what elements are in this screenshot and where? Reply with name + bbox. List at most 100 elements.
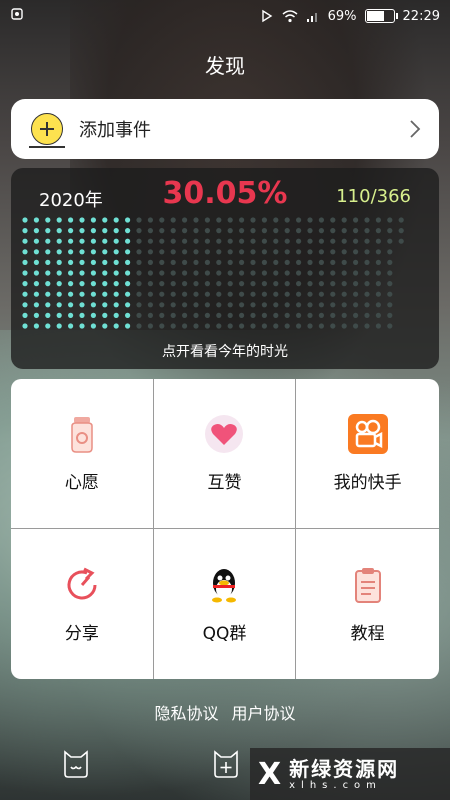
day-dot bbox=[273, 302, 279, 308]
day-dot bbox=[56, 323, 62, 329]
day-dot bbox=[250, 259, 256, 265]
day-dot bbox=[125, 281, 131, 287]
day-dot bbox=[147, 312, 153, 318]
privacy-policy-link[interactable]: 隐私协议 bbox=[154, 704, 218, 723]
day-dot bbox=[68, 270, 74, 276]
day-dot bbox=[159, 312, 165, 318]
day-dot bbox=[182, 291, 188, 297]
day-dot bbox=[102, 281, 108, 287]
day-dot bbox=[102, 312, 108, 318]
day-dot bbox=[375, 302, 381, 308]
grid-item-kuaishou[interactable]: 我的快手 bbox=[296, 379, 439, 529]
cat-add-icon[interactable] bbox=[210, 748, 242, 780]
day-dot bbox=[79, 281, 85, 287]
day-dot bbox=[90, 217, 96, 223]
day-dot bbox=[125, 302, 131, 308]
day-dot bbox=[170, 249, 176, 255]
day-dot bbox=[398, 228, 404, 234]
day-dot bbox=[375, 217, 381, 223]
day-dot bbox=[330, 291, 336, 297]
day-dot bbox=[136, 323, 142, 329]
feature-grid: 心愿 互赞 我的快手 分享 QQ群 教程 bbox=[11, 379, 439, 679]
day-dot bbox=[261, 238, 267, 244]
day-dot bbox=[239, 312, 245, 318]
day-dot bbox=[125, 291, 131, 297]
day-dot bbox=[22, 217, 28, 223]
day-dot bbox=[375, 228, 381, 234]
day-dot bbox=[273, 217, 279, 223]
day-dot bbox=[273, 270, 279, 276]
grid-item-tutorial[interactable]: 教程 bbox=[296, 529, 439, 679]
user-agreement-link[interactable]: 用户协议 bbox=[232, 704, 296, 723]
page-title: 发现 bbox=[205, 54, 245, 78]
day-dot bbox=[204, 281, 210, 287]
day-dot bbox=[261, 217, 267, 223]
day-dot bbox=[113, 291, 119, 297]
day-dot bbox=[341, 228, 347, 234]
day-dot bbox=[341, 281, 347, 287]
day-dot bbox=[102, 291, 108, 297]
day-dot bbox=[113, 259, 119, 265]
day-dot bbox=[273, 238, 279, 244]
day-dot bbox=[170, 217, 176, 223]
grid-item-wish[interactable]: 心愿 bbox=[11, 379, 154, 529]
day-dot bbox=[193, 323, 199, 329]
day-dot bbox=[68, 259, 74, 265]
day-dot bbox=[125, 259, 131, 265]
day-dot bbox=[90, 238, 96, 244]
watermark-text: 新绿资源网 xlhs.com bbox=[289, 758, 399, 791]
day-dot bbox=[284, 302, 290, 308]
day-dot bbox=[204, 323, 210, 329]
battery-icon bbox=[364, 9, 398, 23]
day-dot bbox=[387, 312, 393, 318]
day-dot bbox=[182, 249, 188, 255]
clock: 22:29 bbox=[402, 8, 440, 24]
day-dot bbox=[398, 238, 404, 244]
day-dot bbox=[216, 291, 222, 297]
day-dot bbox=[216, 302, 222, 308]
year-progress-card[interactable]: 2020年 30.05% 110/366 点开看看今年的时光 bbox=[11, 168, 439, 369]
day-dot bbox=[170, 270, 176, 276]
day-dot bbox=[341, 312, 347, 318]
day-dot bbox=[33, 291, 39, 297]
day-dot bbox=[398, 217, 404, 223]
day-dot bbox=[341, 238, 347, 244]
cat-home-icon[interactable] bbox=[60, 748, 92, 780]
day-dot bbox=[204, 302, 210, 308]
day-dot bbox=[159, 217, 165, 223]
day-dot bbox=[239, 270, 245, 276]
day-dot bbox=[353, 270, 359, 276]
day-dot bbox=[353, 312, 359, 318]
day-dot bbox=[296, 249, 302, 255]
watermark: X 新绿资源网 xlhs.com bbox=[250, 748, 450, 800]
day-dot bbox=[273, 249, 279, 255]
day-dot bbox=[318, 259, 324, 265]
grid-item-qq-group[interactable]: QQ群 bbox=[154, 529, 297, 679]
day-dot bbox=[79, 238, 85, 244]
clipboard-icon bbox=[348, 565, 388, 605]
day-dot bbox=[193, 217, 199, 223]
day-dot bbox=[33, 312, 39, 318]
day-dot bbox=[273, 281, 279, 287]
add-event-button[interactable]: 添加事件 bbox=[11, 99, 439, 159]
day-dot bbox=[387, 270, 393, 276]
day-dot bbox=[22, 270, 28, 276]
day-dot bbox=[147, 228, 153, 234]
day-dot bbox=[90, 270, 96, 276]
day-dot bbox=[193, 228, 199, 234]
day-dot bbox=[284, 238, 290, 244]
day-dot bbox=[147, 291, 153, 297]
day-dot bbox=[136, 270, 142, 276]
day-dot bbox=[330, 281, 336, 287]
grid-item-likes[interactable]: 互赞 bbox=[153, 379, 297, 529]
day-dot bbox=[102, 270, 108, 276]
grid-item-label: 我的快手 bbox=[333, 473, 402, 493]
day-dot bbox=[307, 228, 313, 234]
day-dot bbox=[364, 281, 370, 287]
day-dot bbox=[307, 270, 313, 276]
day-dot bbox=[56, 302, 62, 308]
day-dot bbox=[307, 323, 313, 329]
grid-item-share[interactable]: 分享 bbox=[11, 529, 154, 679]
day-dot bbox=[261, 270, 267, 276]
day-dot bbox=[341, 217, 347, 223]
